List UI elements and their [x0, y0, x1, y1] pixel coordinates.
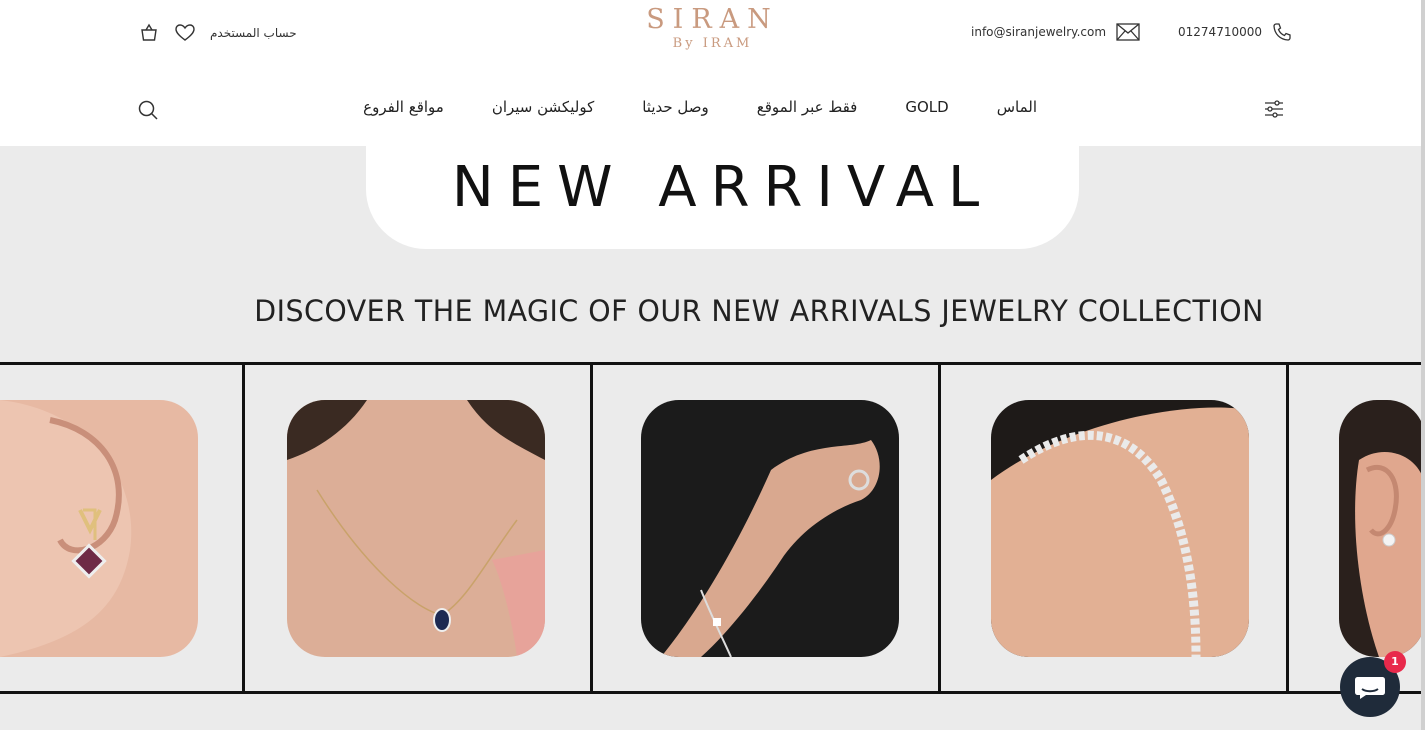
new-arrival-banner: NEW ARRIVAL: [366, 146, 1079, 249]
filter-icon[interactable]: [1263, 98, 1285, 124]
search-icon[interactable]: [137, 99, 159, 125]
site-header: حساب المستخدم SIRAN By IRAM info@siranje…: [0, 0, 1425, 146]
nav-item-diamonds[interactable]: الماس: [997, 98, 1037, 116]
phone-icon: [1272, 22, 1292, 42]
chat-badge: 1: [1384, 651, 1406, 673]
mail-icon: [1116, 23, 1140, 41]
nav-item-branch-locations[interactable]: مواقع الفروع: [363, 98, 444, 116]
carousel-divider: [938, 362, 941, 694]
chat-icon: [1340, 677, 1400, 721]
nav-item-gold[interactable]: GOLD: [905, 98, 948, 116]
main-nav: الماس GOLD فقط عبر الموقع وصل حديثا كولي…: [363, 98, 1037, 116]
product-card-ring-bracelet[interactable]: [641, 400, 899, 657]
banner-title: NEW ARRIVAL: [451, 155, 994, 220]
scrollbar[interactable]: [1421, 0, 1425, 730]
product-card-necklace[interactable]: [287, 400, 545, 657]
carousel-divider: [242, 362, 245, 694]
product-card-stud-earring[interactable]: [1339, 400, 1425, 657]
phone-link[interactable]: 01274710000: [1178, 25, 1262, 39]
email-link[interactable]: info@siranjewelry.com: [971, 25, 1106, 39]
product-card-earring[interactable]: [0, 400, 198, 657]
carousel-divider: [1286, 362, 1289, 694]
carousel-divider: [590, 362, 593, 694]
nav-item-online-only[interactable]: فقط عبر الموقع: [757, 98, 858, 116]
nav-item-siran-collection[interactable]: كوليكشن سيران: [492, 98, 594, 116]
nav-item-new-arrivals[interactable]: وصل حديثا: [642, 98, 709, 116]
collection-tagline: DISCOVER THE MAGIC OF OUR NEW ARRIVALS J…: [254, 294, 1264, 328]
header-contact: info@siranjewelry.com 01274710000: [971, 22, 1292, 42]
product-card-tennis-bracelet[interactable]: [991, 400, 1249, 657]
